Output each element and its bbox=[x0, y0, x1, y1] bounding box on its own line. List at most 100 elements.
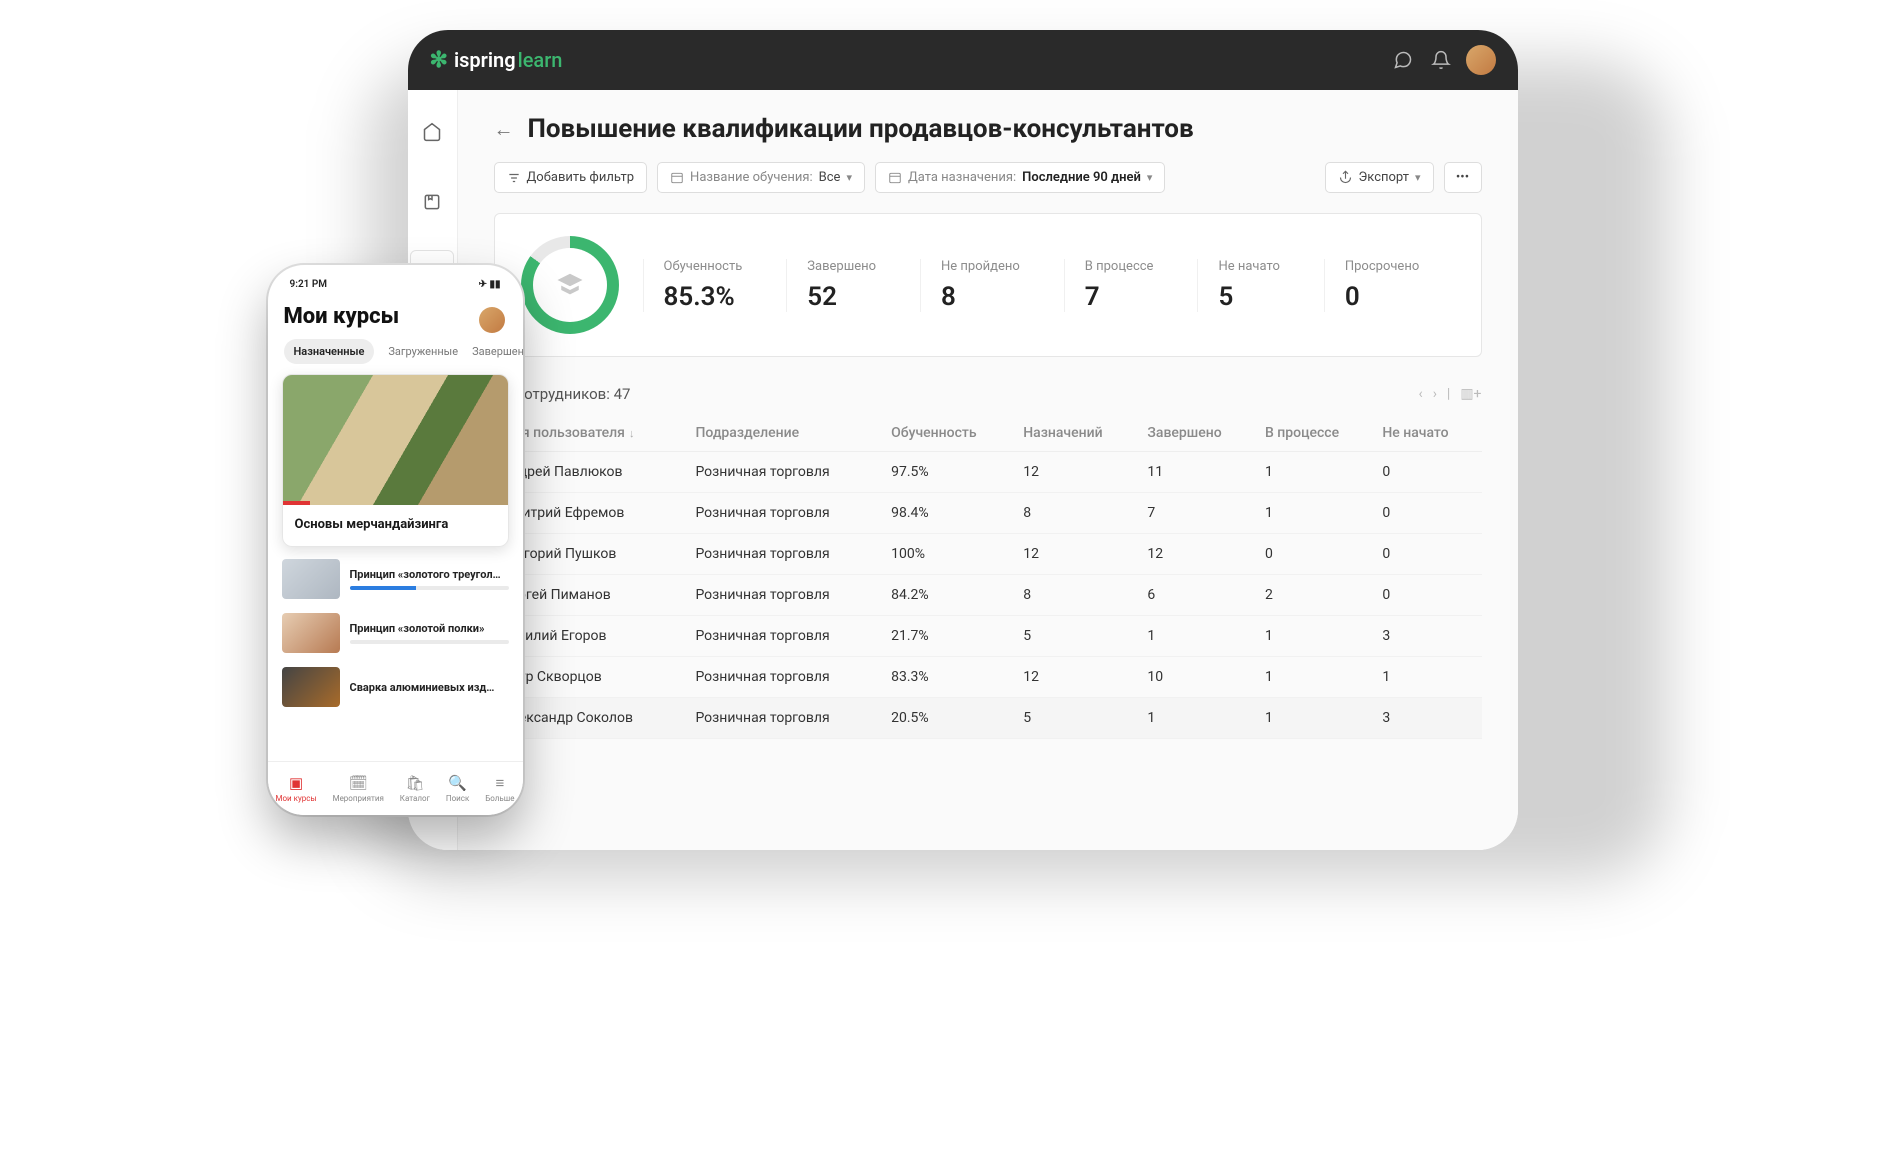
table-row[interactable]: Сергей ПимановРозничная торговля84.2%862… bbox=[494, 575, 1482, 616]
filter-date-value: Последние 90 дней bbox=[1022, 170, 1141, 185]
employee-count-row: ых сотрудников: 47 ‹ › | ▥+ bbox=[494, 385, 1482, 403]
phone-avatar[interactable] bbox=[479, 307, 505, 333]
nav-more[interactable]: ≡Больше bbox=[485, 774, 514, 803]
brand-logo[interactable]: ✻ ispringlearn bbox=[430, 48, 563, 73]
cell-dept: Розничная торговля bbox=[687, 698, 883, 739]
col-assigned[interactable]: Назначений bbox=[1015, 415, 1139, 452]
bell-icon[interactable] bbox=[1428, 47, 1454, 73]
page-title: Повышение квалификации продавцов-консуль… bbox=[528, 114, 1194, 144]
sidebar-library-icon[interactable] bbox=[410, 180, 454, 224]
col-notstarted[interactable]: Не начато bbox=[1374, 415, 1481, 452]
employee-count-value: 47 bbox=[614, 385, 631, 403]
user-avatar[interactable] bbox=[1466, 45, 1496, 75]
cell-n: 0 bbox=[1374, 452, 1481, 493]
dots-icon: ••• bbox=[1456, 170, 1469, 185]
back-arrow-icon[interactable]: ← bbox=[494, 117, 514, 142]
kpi-nenachato: Не начато 5 bbox=[1197, 259, 1299, 312]
course-progress bbox=[350, 586, 509, 590]
cell-dept: Розничная торговля bbox=[687, 534, 883, 575]
export-button[interactable]: Экспорт ▾ bbox=[1325, 162, 1434, 193]
kpi-neproideno: Не пройдено 8 bbox=[920, 259, 1040, 312]
phone-tabbar: ▣Мои курсы 🗓Мероприятия 🛍Каталог 🔍Поиск … bbox=[268, 761, 523, 815]
nav-events[interactable]: 🗓Мероприятия bbox=[333, 774, 384, 803]
filter-training-label: Название обучения: bbox=[690, 170, 813, 185]
pager-prev-icon[interactable]: ‹ bbox=[1418, 386, 1422, 402]
course-thumb bbox=[282, 667, 340, 707]
brand-name: ispring bbox=[454, 48, 516, 72]
phone-time: 9:21 PM bbox=[290, 279, 328, 290]
filter-training[interactable]: Название обучения: Все ▾ bbox=[657, 162, 865, 193]
col-done[interactable]: Завершено bbox=[1139, 415, 1257, 452]
nav-my-courses[interactable]: ▣Мои курсы bbox=[275, 774, 316, 803]
nav-search[interactable]: 🔍Поиск bbox=[446, 774, 469, 803]
export-label: Экспорт bbox=[1359, 170, 1409, 185]
col-name[interactable]: Имя пользователя↓ bbox=[494, 415, 688, 452]
phone-hero-card[interactable]: Основы мерчандайзинга bbox=[282, 374, 509, 547]
cell-a: 5 bbox=[1015, 698, 1139, 739]
hero-image bbox=[283, 375, 508, 505]
chevron-down-icon: ▾ bbox=[846, 171, 852, 184]
brand-glyph-icon: ✻ bbox=[430, 48, 448, 73]
mobile-app-frame: 9:21 PM ✈ ▮▮ Мои курсы Назначенные Загру… bbox=[268, 265, 523, 815]
cell-p: 1 bbox=[1257, 698, 1374, 739]
filter-date[interactable]: Дата назначения: Последние 90 дней ▾ bbox=[875, 162, 1165, 193]
chevron-down-icon: ▾ bbox=[1415, 171, 1421, 184]
pager-next-icon[interactable]: › bbox=[1433, 386, 1437, 402]
col-dept[interactable]: Подразделение bbox=[687, 415, 883, 452]
cell-dept: Розничная торговля bbox=[687, 452, 883, 493]
cell-d: 10 bbox=[1139, 657, 1257, 698]
sidebar-home-icon[interactable] bbox=[410, 110, 454, 154]
course-thumb bbox=[282, 613, 340, 653]
col-ob[interactable]: Обученность bbox=[883, 415, 1015, 452]
cell-d: 12 bbox=[1139, 534, 1257, 575]
phone-course-item[interactable]: Сварка алюминиевых изд… bbox=[282, 667, 509, 707]
cell-ob: 100% bbox=[883, 534, 1015, 575]
cell-n: 3 bbox=[1374, 698, 1481, 739]
phone-tab-assigned[interactable]: Назначенные bbox=[284, 339, 375, 364]
table-row[interactable]: Пётр СкворцовРозничная торговля83.3%1210… bbox=[494, 657, 1482, 698]
divider: | bbox=[1447, 386, 1450, 402]
phone-tab-completed[interactable]: Завершен bbox=[472, 345, 522, 358]
table-row[interactable]: Григорий ПушковРозничная торговля100%121… bbox=[494, 534, 1482, 575]
kpi-vprocesse: В процессе 7 bbox=[1064, 259, 1174, 312]
cell-name: Дмитрий Ефремов bbox=[494, 493, 688, 534]
kpi-summary-card: Обученность 85.3% Завершено 52 Не пройде… bbox=[494, 213, 1482, 357]
cell-d: 7 bbox=[1139, 493, 1257, 534]
phone-course-item[interactable]: Принцип «золотой полки» bbox=[282, 613, 509, 653]
col-inprog[interactable]: В процессе bbox=[1257, 415, 1374, 452]
cell-p: 2 bbox=[1257, 575, 1374, 616]
phone-tab-downloaded[interactable]: Загруженные bbox=[388, 345, 458, 358]
more-actions-button[interactable]: ••• bbox=[1444, 162, 1482, 193]
table-row[interactable]: Дмитрий ЕфремовРозничная торговля98.4%87… bbox=[494, 493, 1482, 534]
cell-d: 11 bbox=[1139, 452, 1257, 493]
course-title: Сварка алюминиевых изд… bbox=[350, 681, 509, 694]
cell-name: Григорий Пушков bbox=[494, 534, 688, 575]
table-row[interactable]: Александр СоколовРозничная торговля20.5%… bbox=[494, 698, 1482, 739]
columns-icon[interactable]: ▥+ bbox=[1460, 386, 1481, 402]
cell-n: 1 bbox=[1374, 657, 1481, 698]
nav-catalog[interactable]: 🛍Каталог bbox=[400, 774, 430, 803]
cell-p: 1 bbox=[1257, 493, 1374, 534]
phone-page-title: Мои курсы bbox=[284, 304, 507, 329]
cell-a: 12 bbox=[1015, 452, 1139, 493]
chat-icon[interactable] bbox=[1390, 47, 1416, 73]
cell-n: 0 bbox=[1374, 534, 1481, 575]
cell-name: Сергей Пиманов bbox=[494, 575, 688, 616]
calendar-icon: 🗓 bbox=[349, 774, 368, 792]
employees-table: Имя пользователя↓ Подразделение Обученно… bbox=[494, 415, 1482, 739]
add-filter-button[interactable]: Добавить фильтр bbox=[494, 162, 648, 193]
phone-status-icons: ✈ ▮▮ bbox=[479, 279, 501, 290]
cell-a: 5 bbox=[1015, 616, 1139, 657]
table-row[interactable]: Василий ЕгоровРозничная торговля21.7%511… bbox=[494, 616, 1482, 657]
table-row[interactable]: Андрей ПавлюковРозничная торговля97.5%12… bbox=[494, 452, 1482, 493]
filter-date-label: Дата назначения: bbox=[908, 170, 1016, 185]
course-title: Принцип «золотого треугол… bbox=[350, 568, 509, 581]
cell-p: 1 bbox=[1257, 452, 1374, 493]
cell-p: 0 bbox=[1257, 534, 1374, 575]
desktop-app-frame: ✻ ispringlearn bbox=[408, 30, 1518, 850]
hero-title: Основы мерчандайзинга bbox=[283, 505, 508, 546]
add-filter-label: Добавить фильтр bbox=[527, 170, 635, 185]
cell-a: 8 bbox=[1015, 493, 1139, 534]
phone-course-item[interactable]: Принцип «золотого треугол… bbox=[282, 559, 509, 599]
cell-ob: 98.4% bbox=[883, 493, 1015, 534]
